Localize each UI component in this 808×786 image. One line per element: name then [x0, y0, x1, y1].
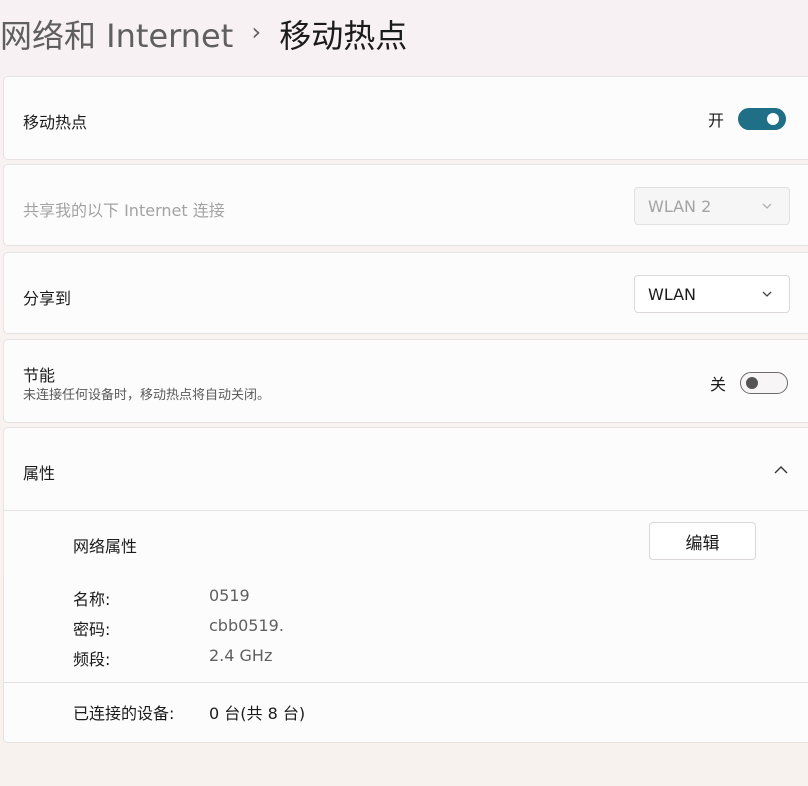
breadcrumb-separator-icon: › — [251, 18, 262, 46]
properties-card: 属性 网络属性 编辑 名称: 0519 密码: cbb0519. 频段: 2.4… — [3, 427, 808, 743]
share-to-card: 分享到 WLAN — [3, 252, 808, 334]
password-value: cbb0519. — [209, 616, 284, 635]
edit-button[interactable]: 编辑 — [649, 522, 756, 560]
hotspot-toggle[interactable] — [738, 108, 787, 130]
share-to-label: 分享到 — [23, 289, 72, 308]
band-label: 频段: — [73, 650, 111, 669]
breadcrumb-parent[interactable]: 网络和 Internet — [0, 11, 233, 57]
password-label: 密码: — [73, 620, 111, 639]
name-value: 0519 — [209, 586, 250, 605]
breadcrumb: 网络和 Internet › 移动热点 — [0, 10, 407, 58]
chevron-down-icon — [762, 203, 772, 209]
toggle-knob — [746, 377, 759, 389]
chevron-down-icon — [762, 291, 772, 297]
toggle-knob — [767, 113, 780, 125]
hotspot-label: 移动热点 — [23, 113, 88, 132]
share-to-select[interactable]: WLAN — [634, 275, 790, 313]
hotspot-card: 移动热点 开 — [3, 76, 808, 160]
hotspot-state-text: 开 — [708, 111, 725, 130]
network-properties-label: 网络属性 — [73, 537, 138, 556]
share-from-selected-value: WLAN 2 — [648, 196, 712, 216]
share-to-selected-value: WLAN — [648, 284, 697, 304]
power-saving-state-text: 关 — [710, 375, 727, 394]
connected-devices-label: 已连接的设备: — [73, 704, 175, 723]
share-from-select[interactable]: WLAN 2 — [634, 187, 790, 225]
band-value: 2.4 GHz — [209, 646, 273, 665]
properties-label: 属性 — [23, 464, 56, 483]
page-title: 移动热点 — [279, 17, 408, 55]
share-from-card: 共享我的以下 Internet 连接 WLAN 2 — [3, 164, 808, 246]
name-label: 名称: — [73, 590, 111, 609]
properties-divider — [4, 510, 808, 511]
power-saving-description: 未连接任何设备时，移动热点将自动关闭。 — [23, 388, 271, 403]
power-saving-toggle-group: 关 — [710, 371, 789, 395]
properties-divider — [4, 682, 808, 683]
connected-devices-value: 0 台(共 8 台) — [209, 704, 306, 723]
hotspot-toggle-group: 开 — [708, 107, 787, 131]
chevron-up-icon[interactable] — [773, 462, 789, 478]
power-saving-card: 节能 未连接任何设备时，移动热点将自动关闭。 关 — [3, 339, 808, 423]
power-saving-label: 节能 — [23, 366, 56, 385]
share-from-label: 共享我的以下 Internet 连接 — [23, 201, 225, 220]
power-saving-toggle[interactable] — [740, 372, 789, 394]
